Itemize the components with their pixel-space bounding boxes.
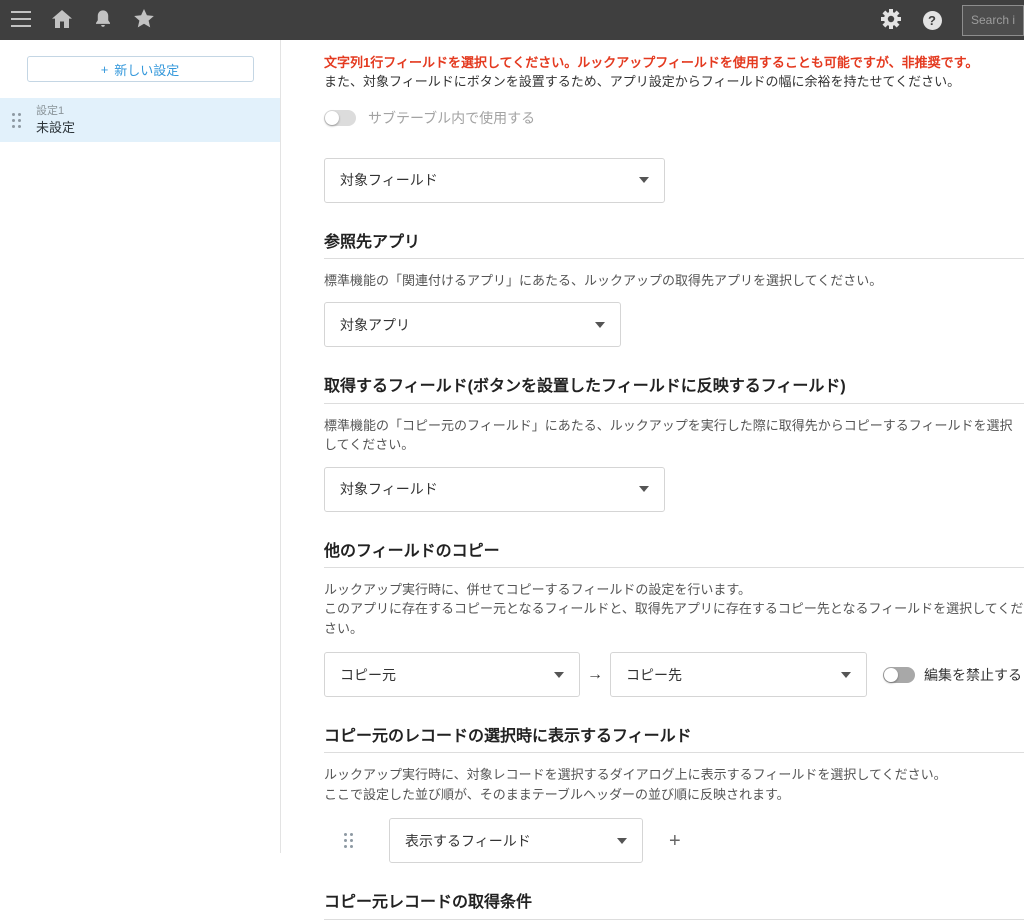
drag-handle-icon[interactable] [12, 113, 21, 128]
add-field-button[interactable]: + [663, 829, 687, 853]
setting-name: 設定1 [36, 104, 75, 119]
copy-field-row: コピー元 → コピー先 編集を禁止する [324, 652, 1024, 697]
search-input[interactable] [962, 5, 1024, 36]
help-button[interactable]: ? [921, 9, 943, 31]
condition-heading: コピー元レコードの取得条件 [324, 893, 1024, 919]
display-field-select-value: 表示するフィールド [405, 831, 531, 851]
copy-to-select-value: コピー先 [626, 665, 682, 685]
bell-icon [94, 9, 112, 31]
fetch-field-select-value: 対象フィールド [340, 479, 438, 499]
copy-section-description: ルックアップ実行時に、併せてコピーするフィールドの設定を行います。 このアプリに… [324, 580, 1024, 639]
display-field-description: ルックアップ実行時に、対象レコードを選択するダイアログ上に表示するフィールドを選… [324, 765, 1024, 804]
chevron-down-icon [595, 322, 605, 328]
chevron-down-icon [554, 672, 564, 678]
warning-line-2: また、対象フィールドにボタンを設置するため、アプリ設定からフィールドの幅に余裕を… [324, 73, 1024, 92]
fetch-field-select[interactable]: 対象フィールド [324, 467, 665, 512]
chevron-down-icon [639, 486, 649, 492]
topbar-left [0, 9, 155, 31]
settings-button[interactable] [880, 9, 902, 31]
menu-button[interactable] [10, 9, 32, 31]
copy-from-select-value: コピー元 [340, 665, 396, 685]
help-icon: ? [923, 11, 942, 30]
setting-item-text: 設定1 未設定 [36, 104, 75, 136]
ref-app-select[interactable]: 対象アプリ [324, 302, 621, 347]
display-field-heading: コピー元のレコードの選択時に表示するフィールド [324, 727, 1024, 753]
home-icon [52, 10, 72, 31]
edit-lock-toggle[interactable] [883, 667, 915, 683]
sidebar: + 新しい設定 設定1 未設定 [0, 40, 281, 853]
ref-app-select-value: 対象アプリ [340, 315, 410, 335]
copy-description-line-2: このアプリに存在するコピー元となるフィールドと、取得先アプリに存在するコピー先と… [324, 599, 1024, 638]
target-field-select[interactable]: 対象フィールド [324, 158, 665, 203]
chevron-down-icon [617, 838, 627, 844]
chevron-down-icon [639, 177, 649, 183]
setting-list-item[interactable]: 設定1 未設定 [0, 98, 280, 142]
subtable-toggle-label: サブテーブル内で使用する [368, 108, 535, 128]
ref-app-description: 標準機能の「関連付けるアプリ」にあたる、ルックアップの取得先アプリを選択してくだ… [324, 271, 1024, 291]
hamburger-icon [11, 11, 31, 30]
home-button[interactable] [51, 9, 73, 31]
new-setting-button[interactable]: + 新しい設定 [27, 56, 254, 82]
notifications-button[interactable] [92, 9, 114, 31]
topbar-right: ? [880, 5, 1024, 36]
copy-to-select[interactable]: コピー先 [610, 652, 867, 697]
fetch-field-description: 標準機能の「コピー元のフィールド」にあたる、ルックアップを実行した際に取得先から… [324, 416, 1024, 455]
gear-icon [881, 9, 901, 32]
settings-form: 文字列1行フィールドを選択してください。ルックアップフィールドを使用することも可… [282, 40, 1024, 920]
new-setting-label: 新しい設定 [114, 60, 179, 79]
subtable-toggle[interactable] [324, 110, 356, 126]
plus-icon: + [101, 62, 109, 77]
fetch-field-heading: 取得するフィールド(ボタンを設置したフィールドに反映するフィールド) [324, 377, 1024, 403]
display-description-line-1: ルックアップ実行時に、対象レコードを選択するダイアログ上に表示するフィールドを選… [324, 765, 1024, 785]
star-icon [134, 9, 154, 31]
display-description-line-2: ここで設定した並び順が、そのままテーブルヘッダーの並び順に反映されます。 [324, 785, 1024, 805]
display-field-select[interactable]: 表示するフィールド [389, 818, 643, 863]
warning-line-1: 文字列1行フィールドを選択してください。ルックアップフィールドを使用することも可… [324, 54, 1024, 73]
chevron-down-icon [841, 672, 851, 678]
setting-status: 未設定 [36, 119, 75, 137]
arrow-right-icon: → [580, 666, 610, 684]
subtable-toggle-row: サブテーブル内で使用する [324, 108, 1024, 128]
copy-from-select[interactable]: コピー元 [324, 652, 580, 697]
target-field-select-value: 対象フィールド [340, 170, 438, 190]
display-field-row: 表示するフィールド + [324, 818, 1024, 863]
edit-lock-toggle-label: 編集を禁止する [924, 665, 1022, 685]
drag-handle-icon[interactable] [344, 833, 353, 848]
favorites-button[interactable] [133, 9, 155, 31]
topbar: ? [0, 0, 1024, 40]
ref-app-heading: 参照先アプリ [324, 233, 1024, 259]
copy-description-line-1: ルックアップ実行時に、併せてコピーするフィールドの設定を行います。 [324, 580, 1024, 600]
copy-section-heading: 他のフィールドのコピー [324, 542, 1024, 568]
